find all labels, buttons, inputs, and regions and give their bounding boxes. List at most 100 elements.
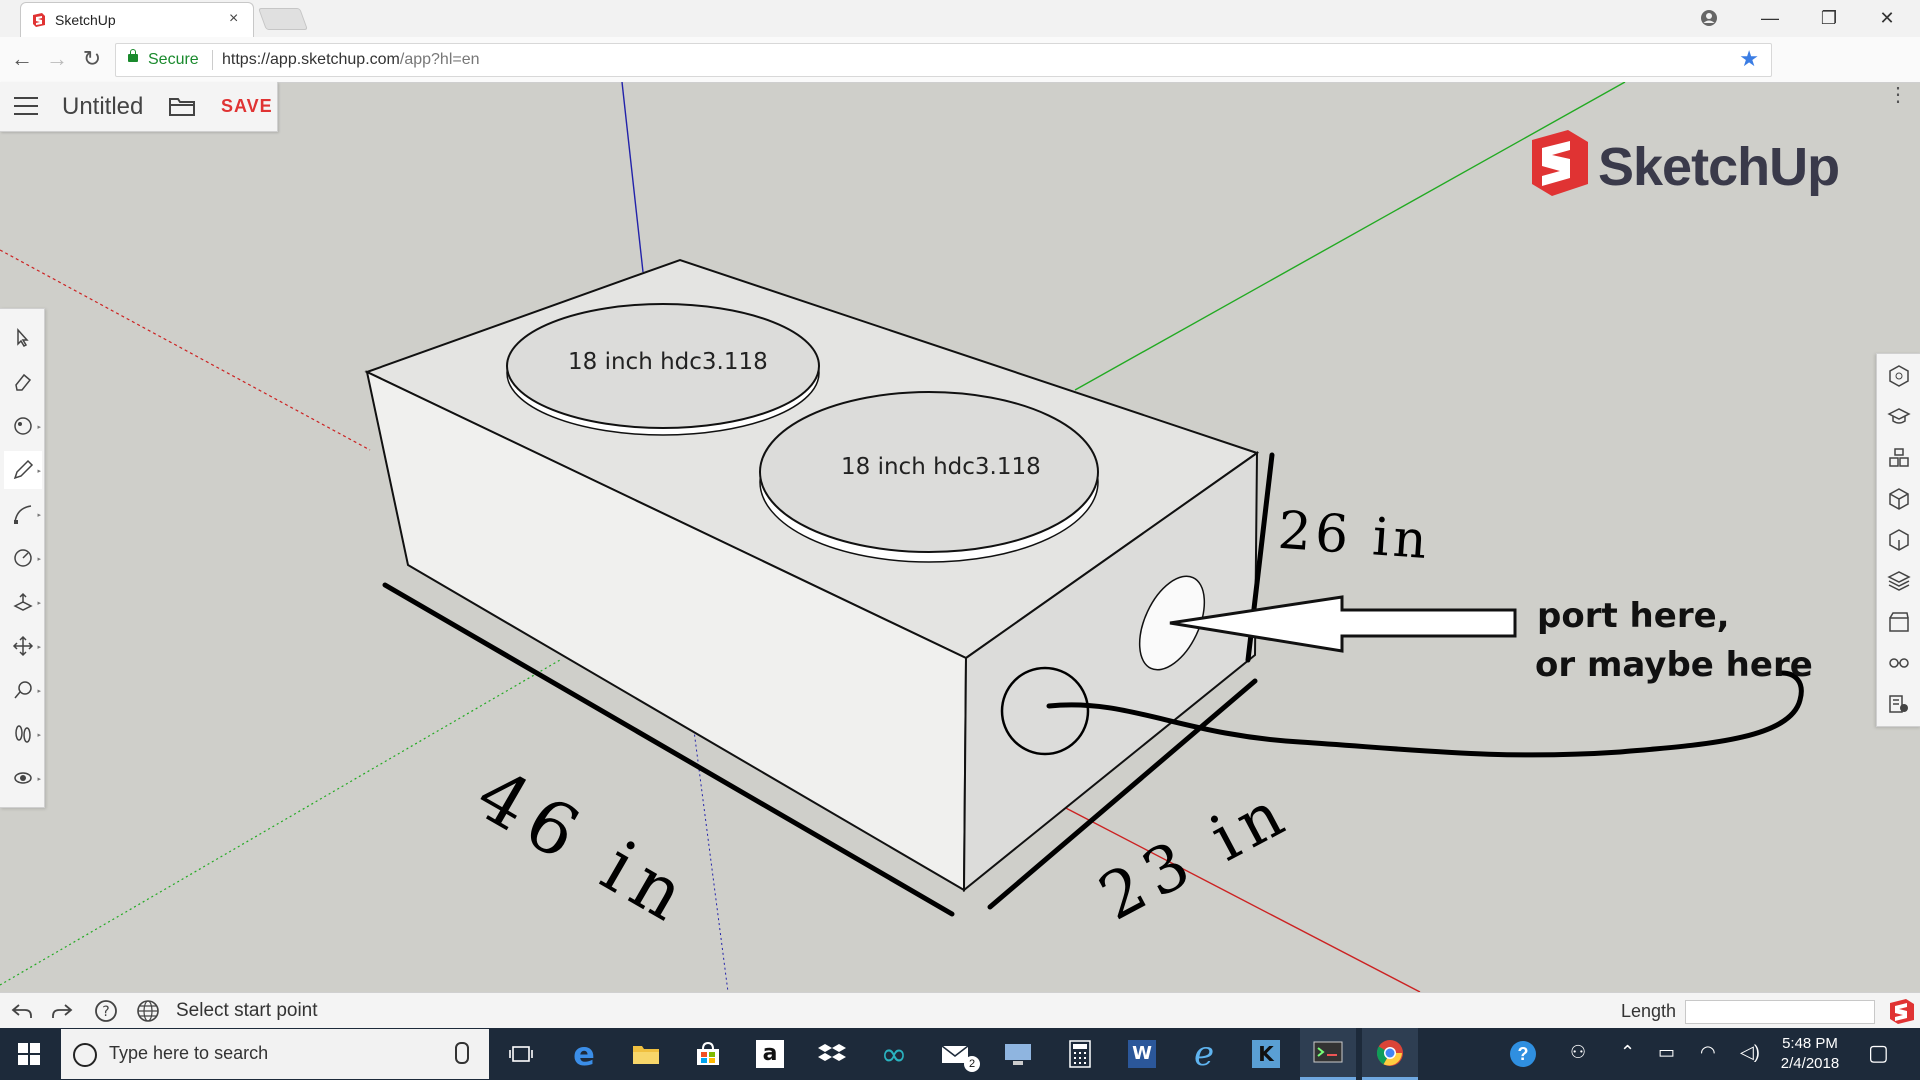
circle-tool-icon[interactable]: ▸ xyxy=(4,539,42,577)
new-tab-button[interactable] xyxy=(257,8,309,30)
left-toolbar: ▸ ▸ ▸ ▸ ▸ ▸ ▸ ▸ ▸ xyxy=(0,308,45,808)
pencil-tool-icon[interactable]: ▸ xyxy=(4,451,42,489)
save-button[interactable]: SAVE xyxy=(221,96,273,117)
help-tray-icon[interactable]: ? xyxy=(1500,1028,1546,1080)
taskbar-search-box[interactable]: Type here to search xyxy=(61,1029,489,1079)
calculator-icon[interactable] xyxy=(1052,1028,1108,1080)
url-text: https://app.sketchup.com/app?hl=en xyxy=(222,51,480,69)
entity-info-icon[interactable] xyxy=(1883,360,1915,392)
speaker-2-label: 18 inch hdc3.118 xyxy=(841,454,1041,480)
paint-bucket-tool-icon[interactable]: ▸ xyxy=(4,407,42,445)
select-tool-icon[interactable] xyxy=(4,319,42,357)
internet-explorer-icon[interactable]: e xyxy=(1176,1028,1232,1080)
instructor-icon[interactable] xyxy=(1883,401,1915,433)
search-placeholder: Type here to search xyxy=(109,1043,269,1063)
action-center-icon[interactable]: ▢ xyxy=(1868,1040,1889,1066)
url-main: https://app.sketchup.com xyxy=(222,51,400,68)
profile-icon[interactable] xyxy=(1686,4,1732,32)
restore-button[interactable]: ❐ xyxy=(1806,4,1852,32)
svg-text:?: ? xyxy=(102,1004,109,1020)
minimize-button[interactable]: — xyxy=(1747,4,1793,32)
sketchup-logo: SketchUp xyxy=(1528,128,1840,200)
task-view-icon[interactable] xyxy=(493,1028,549,1080)
mail-icon[interactable]: 2 xyxy=(928,1028,984,1080)
back-button[interactable]: ← xyxy=(9,46,35,72)
secure-label: Secure xyxy=(148,51,199,68)
tab-title: SketchUp xyxy=(55,12,116,28)
open-folder-icon[interactable] xyxy=(168,95,196,117)
note-line-1: port here, xyxy=(1537,596,1730,636)
display-icon[interactable] xyxy=(1883,647,1915,679)
blue-axis-positive xyxy=(621,82,644,273)
bookmark-star-icon[interactable]: ★ xyxy=(1739,46,1759,72)
close-window-button[interactable]: ✕ xyxy=(1864,4,1910,32)
amazon-icon[interactable]: a xyxy=(742,1028,798,1080)
arduino-icon[interactable]: ∞ xyxy=(866,1028,922,1080)
people-icon[interactable]: ⚇ xyxy=(1570,1042,1586,1063)
push-pull-tool-icon[interactable]: ▸ xyxy=(4,583,42,621)
taskbar-clock[interactable]: 5:48 PM 2/4/2018 xyxy=(1770,1034,1850,1074)
file-explorer-icon[interactable] xyxy=(618,1028,674,1080)
length-label: Length xyxy=(1621,1001,1677,1021)
materials-icon[interactable] xyxy=(1883,483,1915,515)
start-button[interactable] xyxy=(0,1028,58,1080)
volume-icon[interactable]: ◁) xyxy=(1740,1042,1760,1063)
clock-time: 5:48 PM xyxy=(1782,1035,1838,1052)
height-annotation: 26 in xyxy=(1276,500,1433,572)
arc-tool-icon[interactable]: ▸ xyxy=(4,495,42,533)
clock-date: 2/4/2018 xyxy=(1780,1055,1840,1072)
model-info-icon[interactable] xyxy=(1883,688,1915,720)
scenes-icon[interactable] xyxy=(1883,606,1915,638)
right-panel-toolbar xyxy=(1876,353,1920,727)
cortana-icon xyxy=(73,1043,97,1067)
forward-button[interactable]: → xyxy=(44,46,70,72)
show-hidden-icons-icon[interactable]: ⌃ xyxy=(1620,1042,1635,1063)
layers-icon[interactable] xyxy=(1883,565,1915,597)
length-input[interactable] xyxy=(1685,1000,1875,1024)
sketchup-small-logo-icon[interactable] xyxy=(1888,997,1916,1025)
walk-tool-icon[interactable]: ▸ xyxy=(4,715,42,753)
help-icon[interactable]: ? xyxy=(94,999,118,1023)
sketchup-logo-icon xyxy=(1532,130,1588,196)
document-title[interactable]: Untitled xyxy=(62,93,143,121)
battery-icon[interactable]: ▭ xyxy=(1658,1042,1675,1063)
url-path: /app?hl=en xyxy=(399,51,480,68)
eraser-tool-icon[interactable] xyxy=(4,363,42,401)
chrome-icon[interactable] xyxy=(1362,1028,1418,1080)
redo-icon[interactable] xyxy=(50,999,74,1023)
speaker-1-label: 18 inch hdc3.118 xyxy=(568,349,768,375)
sketchup-status-bar: ? Select start point Length xyxy=(0,992,1920,1029)
sketchup-favicon-icon xyxy=(33,13,45,27)
browser-tab-strip: SketchUp × — ❐ ✕ xyxy=(0,0,1920,38)
remote-desktop-icon[interactable] xyxy=(990,1028,1046,1080)
store-icon[interactable] xyxy=(680,1028,736,1080)
windows-logo-icon xyxy=(18,1043,40,1065)
microphone-icon[interactable] xyxy=(455,1042,469,1064)
sketchup-wordmark: SketchUp xyxy=(1598,137,1840,197)
browser-tab[interactable]: SketchUp × xyxy=(20,2,254,38)
reload-button[interactable]: ↻ xyxy=(79,46,105,72)
mail-badge: 2 xyxy=(964,1056,980,1072)
modeling-canvas[interactable] xyxy=(0,82,1920,992)
red-axis-negative xyxy=(0,249,371,451)
kicad-icon[interactable]: K xyxy=(1238,1028,1294,1080)
dropbox-icon[interactable] xyxy=(804,1028,860,1080)
sketchup-title-panel: Untitled SAVE xyxy=(0,82,278,132)
tab-close-icon[interactable]: × xyxy=(229,10,238,28)
terminal-app-icon[interactable] xyxy=(1300,1028,1356,1080)
move-tool-icon[interactable]: ▸ xyxy=(4,627,42,665)
status-text: Select start point xyxy=(176,1000,318,1021)
edge-browser-icon[interactable]: e xyxy=(556,1028,612,1080)
address-bar[interactable]: Secure https://app.sketchup.com/app?hl=e… xyxy=(115,43,1772,77)
orbit-tool-icon[interactable]: ▸ xyxy=(4,759,42,797)
windows-taskbar: Type here to search e a ∞ 2 W e K ? ⚇ ⌃ … xyxy=(0,1028,1920,1080)
language-globe-icon[interactable] xyxy=(136,999,160,1023)
components-icon[interactable] xyxy=(1883,442,1915,474)
undo-icon[interactable] xyxy=(10,999,34,1023)
lock-icon xyxy=(128,49,138,62)
hamburger-menu-icon[interactable] xyxy=(14,97,38,115)
tape-measure-tool-icon[interactable]: ▸ xyxy=(4,671,42,709)
styles-icon[interactable] xyxy=(1883,524,1915,556)
word-icon[interactable]: W xyxy=(1114,1028,1170,1080)
wifi-icon[interactable]: ◠ xyxy=(1700,1042,1716,1063)
